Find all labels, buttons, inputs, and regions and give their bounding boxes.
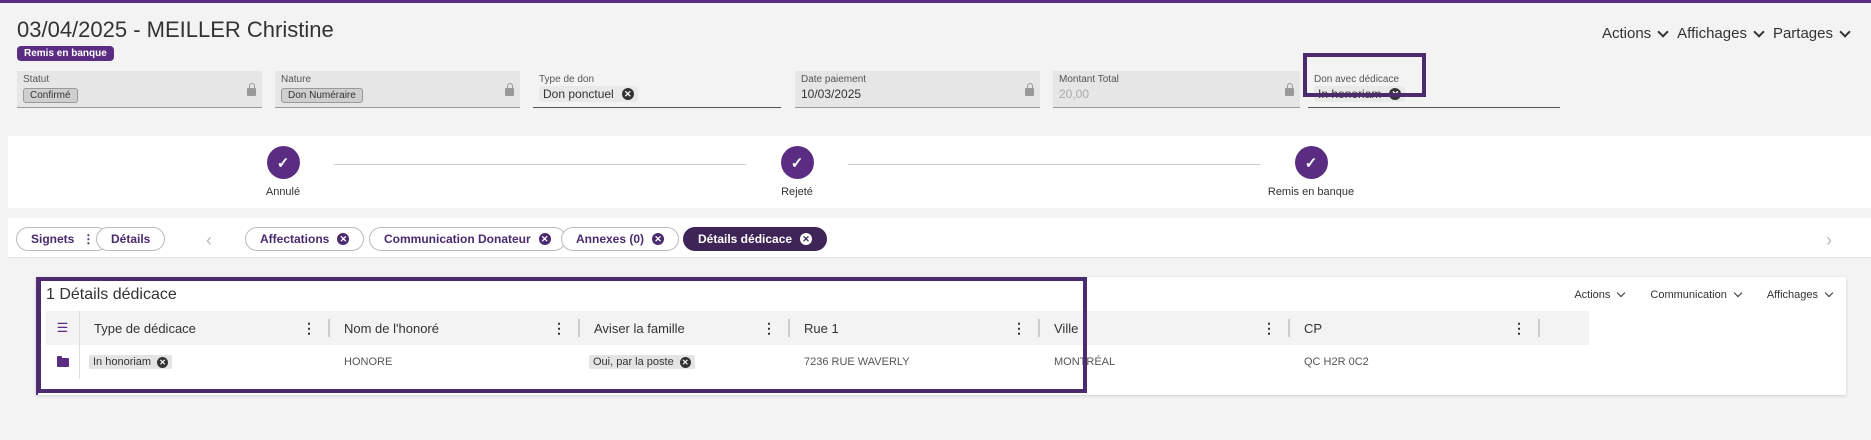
step-rejete[interactable]: ✓ Rejeté [737,146,857,198]
page-title: 03/04/2025 - MEILLER Christine [17,17,334,42]
step-connector [334,164,746,165]
partages-menu-label: Partages [1772,25,1833,42]
close-icon[interactable]: ✕ [652,233,665,245]
tab-affectations[interactable]: Affectations ✕ [245,227,365,251]
header-actions: Actions Affichages Partages [1601,25,1851,42]
panel-actions-label: Actions [1574,289,1611,301]
chevron-down-icon [1824,288,1834,298]
check-icon: ✓ [780,146,814,179]
lock-icon [1025,83,1034,96]
chevron-down-icon [1733,288,1743,298]
actions-menu-button[interactable]: Actions [1601,25,1669,42]
date-paiement-value: 10/03/2025 [801,87,862,101]
panel-communication-button[interactable]: Communication [1650,288,1743,301]
tab-bar: Signets ⋮ Détails ‹ Affectations ✕ Commu… [8,218,1871,258]
panel-affichages-button[interactable]: Affichages [1766,288,1834,301]
date-paiement-label: Date paiement [801,74,867,85]
statut-field: Statut Confirmé [17,71,262,108]
chevron-down-icon [1839,25,1851,38]
tab-details-dedicace[interactable]: Détails dédicace ✕ [683,227,828,251]
step-annule[interactable]: ✓ Annulé [223,146,343,198]
chevron-left-icon[interactable]: ‹ [206,230,212,251]
panel-actions-button[interactable]: Actions [1574,288,1626,301]
nature-value: Don Numéraire [281,88,363,103]
tab-communication-donateur[interactable]: Communication Donateur ✕ [369,227,566,251]
column-resizer[interactable] [1538,319,1540,337]
step-remis-en-banque[interactable]: ✓ Remis en banque [1251,146,1371,198]
affichages-menu-label: Affichages [1677,25,1747,42]
step-label: Remis en banque [1267,186,1355,198]
kebab-icon[interactable]: ⋮ [1512,320,1526,337]
type-don-value: Don ponctuel [543,87,614,101]
check-icon: ✓ [1294,146,1328,179]
actions-menu-label: Actions [1601,25,1652,42]
tab-label: Signets [31,232,75,246]
chevron-down-icon [1617,288,1626,298]
tab-label: Détails [111,232,151,246]
chevron-right-icon[interactable]: › [1826,230,1832,251]
column-header[interactable]: CP ⋮ [1290,311,1540,345]
panel-actions: Actions Communication Affichages [1574,288,1834,301]
montant-total-label: Montant Total [1059,74,1119,85]
remove-icon[interactable]: ✕ [621,88,634,100]
kebab-icon: ⋮ [82,232,95,246]
close-icon[interactable]: ✕ [538,233,551,245]
column-title: CP [1304,320,1323,336]
highlight-frame [1303,53,1426,97]
step-label: Annulé [265,186,301,198]
type-don-label: Type de don [539,74,595,85]
panel-affichages-label: Affichages [1766,289,1818,301]
tab-label: Affectations [260,232,330,246]
date-paiement-field: Date paiement 10/03/2025 [795,71,1040,108]
montant-total-value: 20,00 [1059,87,1090,101]
step-connector [848,164,1260,165]
nature-field: Nature Don Numéraire [275,71,520,108]
highlight-frame [37,277,1087,393]
lock-icon [1285,83,1294,96]
step-label: Rejeté [781,186,813,198]
tab-details[interactable]: Détails [96,227,166,251]
type-don-chip: Don ponctuel ✕ [539,86,638,102]
close-icon[interactable]: ✕ [800,233,813,245]
partages-menu-button[interactable]: Partages [1772,25,1851,42]
affichages-menu-button[interactable]: Affichages [1677,25,1765,42]
lock-icon [505,83,514,96]
check-icon: ✓ [266,146,300,179]
chevron-down-icon [1753,25,1765,38]
montant-total-field: Montant Total 20,00 [1053,71,1300,108]
tab-annexes[interactable]: Annexes (0) ✕ [561,227,680,251]
nature-label: Nature [281,74,312,85]
kebab-icon[interactable]: ⋮ [1262,320,1276,337]
chevron-down-icon [1657,25,1669,38]
close-icon[interactable]: ✕ [337,233,350,245]
tab-label: Annexes (0) [576,232,645,246]
type-don-field[interactable]: Type de don Don ponctuel ✕ [533,71,781,108]
statut-value: Confirmé [23,88,78,103]
status-badge: Remis en banque [17,46,114,61]
lock-icon [247,83,256,96]
panel-communication-label: Communication [1650,289,1727,301]
process-steps: ✓ Annulé ✓ Rejeté ✓ Remis en banque [8,136,1871,208]
tab-label: Communication Donateur [384,232,531,246]
cell-cp: QC H2R 0C2 [1304,356,1369,368]
tab-label: Détails dédicace [698,232,793,246]
statut-label: Statut [23,74,50,85]
